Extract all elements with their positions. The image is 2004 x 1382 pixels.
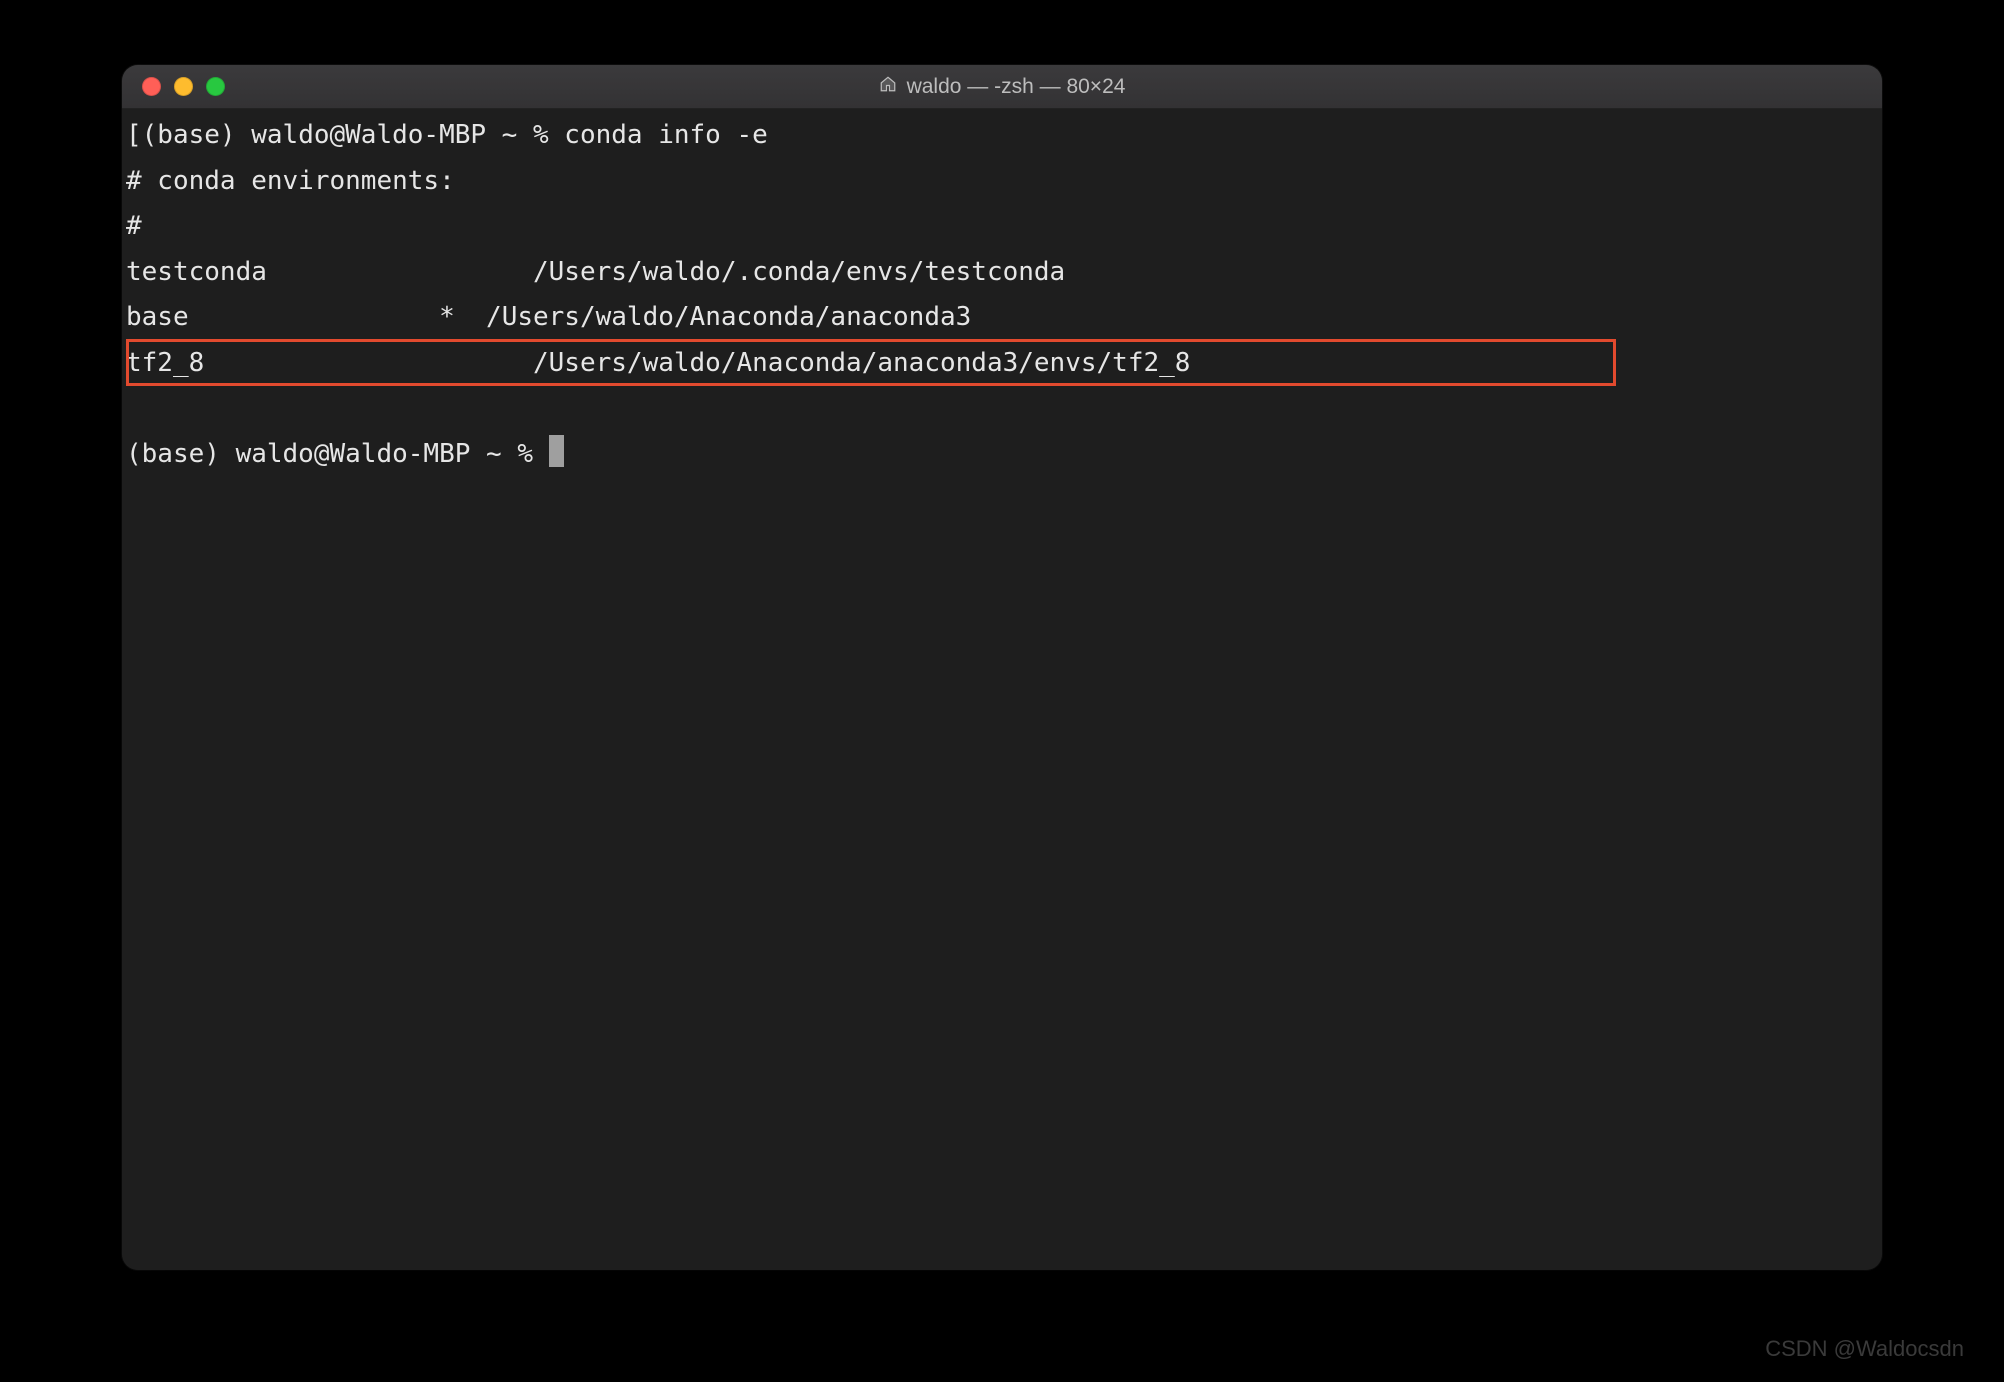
traffic-lights bbox=[122, 77, 225, 96]
env-path: /Users/waldo/Anaconda/anaconda3/envs/tf2… bbox=[502, 348, 1191, 378]
terminal-window: waldo — -zsh — 80×24 [(base) waldo@Waldo… bbox=[122, 65, 1882, 1270]
env-path: /Users/waldo/Anaconda/anaconda3 bbox=[455, 302, 972, 332]
maximize-icon[interactable] bbox=[206, 77, 225, 96]
terminal-body[interactable]: [(base) waldo@Waldo-MBP ~ % conda info -… bbox=[122, 109, 1882, 1270]
env-name: testconda bbox=[126, 257, 486, 287]
terminal-line: (base) waldo@Waldo-MBP ~ % bbox=[126, 432, 1878, 478]
close-icon[interactable] bbox=[142, 77, 161, 96]
env-active-marker bbox=[486, 257, 502, 287]
window-title-text: waldo — -zsh — 80×24 bbox=[907, 75, 1126, 99]
window-titlebar[interactable]: waldo — -zsh — 80×24 bbox=[122, 65, 1882, 109]
window-title: waldo — -zsh — 80×24 bbox=[122, 75, 1882, 99]
terminal-blank-line bbox=[126, 386, 1878, 432]
home-folder-icon bbox=[879, 75, 897, 98]
env-path: /Users/waldo/.conda/envs/testconda bbox=[502, 257, 1066, 287]
cursor-icon bbox=[549, 435, 564, 467]
command-text: conda info -e bbox=[564, 120, 768, 150]
terminal-line: # bbox=[126, 204, 1878, 250]
env-row-highlighted: tf2_8 /Users/waldo/Anaconda/anaconda3/en… bbox=[126, 341, 1878, 387]
terminal-line: [(base) waldo@Waldo-MBP ~ % conda info -… bbox=[126, 113, 1878, 159]
env-row: testconda /Users/waldo/.conda/envs/testc… bbox=[126, 250, 1878, 296]
env-name: tf2_8 bbox=[126, 348, 486, 378]
terminal-line: # conda environments: bbox=[126, 159, 1878, 205]
minimize-icon[interactable] bbox=[174, 77, 193, 96]
env-name: base bbox=[126, 302, 439, 332]
env-row: base * /Users/waldo/Anaconda/anaconda3 bbox=[126, 295, 1878, 341]
prompt: (base) waldo@Waldo-MBP ~ % bbox=[142, 120, 565, 150]
watermark-text: CSDN @Waldocsdn bbox=[1765, 1336, 1964, 1362]
bracket-open: [ bbox=[126, 120, 142, 150]
env-active-marker bbox=[486, 348, 502, 378]
env-active-marker: * bbox=[439, 302, 455, 332]
prompt: (base) waldo@Waldo-MBP ~ % bbox=[126, 439, 549, 469]
